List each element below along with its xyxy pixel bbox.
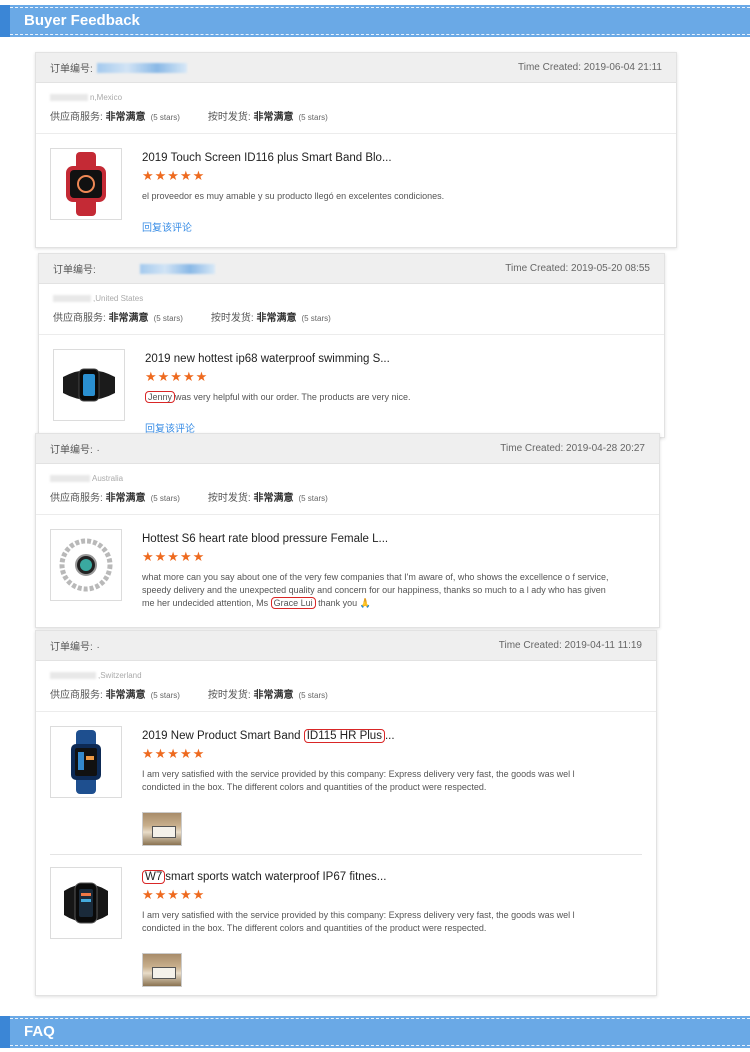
seller-ratings: 供应商服务: 非常满意 (5 stars) 按时发货: 非常满意 (5 stars) <box>50 493 328 504</box>
buyer-country: ,Switzerland <box>50 669 642 681</box>
buyer-info: Australia 供应商服务: 非常满意 (5 stars) 按时发货: 非常满… <box>36 464 659 515</box>
product-title[interactable]: Hottest S6 heart rate blood pressure Fem… <box>142 533 612 545</box>
review-text: Jenny was very helpful with our order. Th… <box>145 391 615 404</box>
order-card: 订单编号: . Time Created: 2019-04-11 11:19 ,… <box>35 630 657 996</box>
time-created: Time Created: 2019-05-20 08:55 <box>505 263 650 274</box>
review-text: I am very satisfied with the service pro… <box>142 910 575 933</box>
feedback-item: 2019 Touch Screen ID116 plus Smart Band … <box>36 134 676 246</box>
order-card: 订单编号: . Time Created: 2019-04-28 20:27 A… <box>35 433 660 628</box>
order-header: 订单编号: Time Created: 2019-06-04 21:11 <box>36 53 676 83</box>
order-number: 订单编号: . <box>50 640 100 653</box>
seller-ratings: 供应商服务: 非常满意 (5 stars) 按时发货: 非常满意 (5 stars) <box>50 112 328 123</box>
feedback-item: W7 smart sports watch waterproof IP67 fit… <box>36 855 656 999</box>
red-smartwatch-icon[interactable] <box>50 148 122 220</box>
time-created: Time Created: 2019-04-28 20:27 <box>500 443 645 454</box>
seller-ratings: 供应商服务: 非常满意 (5 stars) 按时发货: 非常满意 (5 stars) <box>53 313 331 324</box>
feedback-item: Hottest S6 heart rate blood pressure Fem… <box>36 515 659 622</box>
section-title: Buyer Feedback <box>24 12 140 29</box>
buyer-info: ,United States 供应商服务: 非常满意 (5 stars) 按时发货… <box>39 284 664 335</box>
blue-fitness-band-icon[interactable] <box>50 726 122 798</box>
buyer-feedback-header: Buyer Feedback <box>0 5 750 37</box>
black-fitness-band-icon[interactable] <box>53 349 125 421</box>
seller-ratings: 供应商服务: 非常满意 (5 stars) 按时发货: 非常满意 (5 stars) <box>50 690 328 701</box>
product-title[interactable]: W7 smart sports watch waterproof IP67 fit… <box>142 870 612 884</box>
buyer-info: n,Mexico 供应商服务: 非常满意 (5 stars) 按时发货: 非常满意… <box>36 83 676 134</box>
highlighted-name: Grace Lui <box>270 597 316 609</box>
order-header: 订单编号: Time Created: 2019-05-20 08:55 <box>39 254 664 284</box>
review-photo[interactable] <box>142 953 182 987</box>
highlighted-model: W7 <box>142 870 166 884</box>
order-number: 订单编号: <box>53 261 215 276</box>
star-rating: ★★★★★ <box>142 168 206 183</box>
buyer-country: ,United States <box>53 292 650 304</box>
product-title[interactable]: 2019 Touch Screen ID116 plus Smart Band … <box>142 152 612 164</box>
feedback-item: 2019 new hottest ip68 waterproof swimmin… <box>39 335 664 447</box>
highlighted-name: Jenny <box>145 391 176 403</box>
silver-bracelet-watch-icon[interactable] <box>50 529 122 601</box>
time-created: Time Created: 2019-04-11 11:19 <box>498 640 642 651</box>
time-created: Time Created: 2019-06-04 21:11 <box>518 62 662 73</box>
star-rating: ★★★★★ <box>142 746 206 761</box>
review-photo[interactable] <box>142 812 182 846</box>
star-rating: ★★★★★ <box>142 887 206 902</box>
review-text: I am very satisfied with the service pro… <box>142 769 575 792</box>
review-text: what more can you say about one of the v… <box>142 572 609 609</box>
reply-link[interactable]: 回复该评论 <box>142 219 612 234</box>
star-rating: ★★★★★ <box>142 549 206 564</box>
order-number-redacted <box>139 263 215 274</box>
order-number: 订单编号: . <box>50 443 100 456</box>
black-sports-watch-icon[interactable] <box>50 867 122 939</box>
order-card: 订单编号: Time Created: 2019-06-04 21:11 n,M… <box>35 52 677 248</box>
section-title: FAQ <box>24 1023 55 1040</box>
faq-header: FAQ <box>0 1016 750 1048</box>
feedback-item: 2019 New Product Smart Band ID115 HR Plu… <box>36 712 656 854</box>
order-number: 订单编号: <box>50 60 187 75</box>
buyer-country: n,Mexico <box>50 91 662 103</box>
review-text: el proveedor es muy amable y su producto… <box>142 191 445 201</box>
buyer-country: Australia <box>50 472 645 484</box>
product-title[interactable]: 2019 New Product Smart Band ID115 HR Plu… <box>142 729 612 743</box>
buyer-info: ,Switzerland 供应商服务: 非常满意 (5 stars) 按时发货: … <box>36 661 656 712</box>
order-header: 订单编号: . Time Created: 2019-04-11 11:19 <box>36 631 656 661</box>
product-title[interactable]: 2019 new hottest ip68 waterproof swimmin… <box>145 353 615 365</box>
order-card: 订单编号: Time Created: 2019-05-20 08:55 ,Un… <box>38 253 665 438</box>
highlighted-model: ID115 HR Plus <box>303 729 385 743</box>
star-rating: ★★★★★ <box>145 369 209 384</box>
order-header: 订单编号: . Time Created: 2019-04-28 20:27 <box>36 434 659 464</box>
order-number-redacted <box>96 62 187 73</box>
